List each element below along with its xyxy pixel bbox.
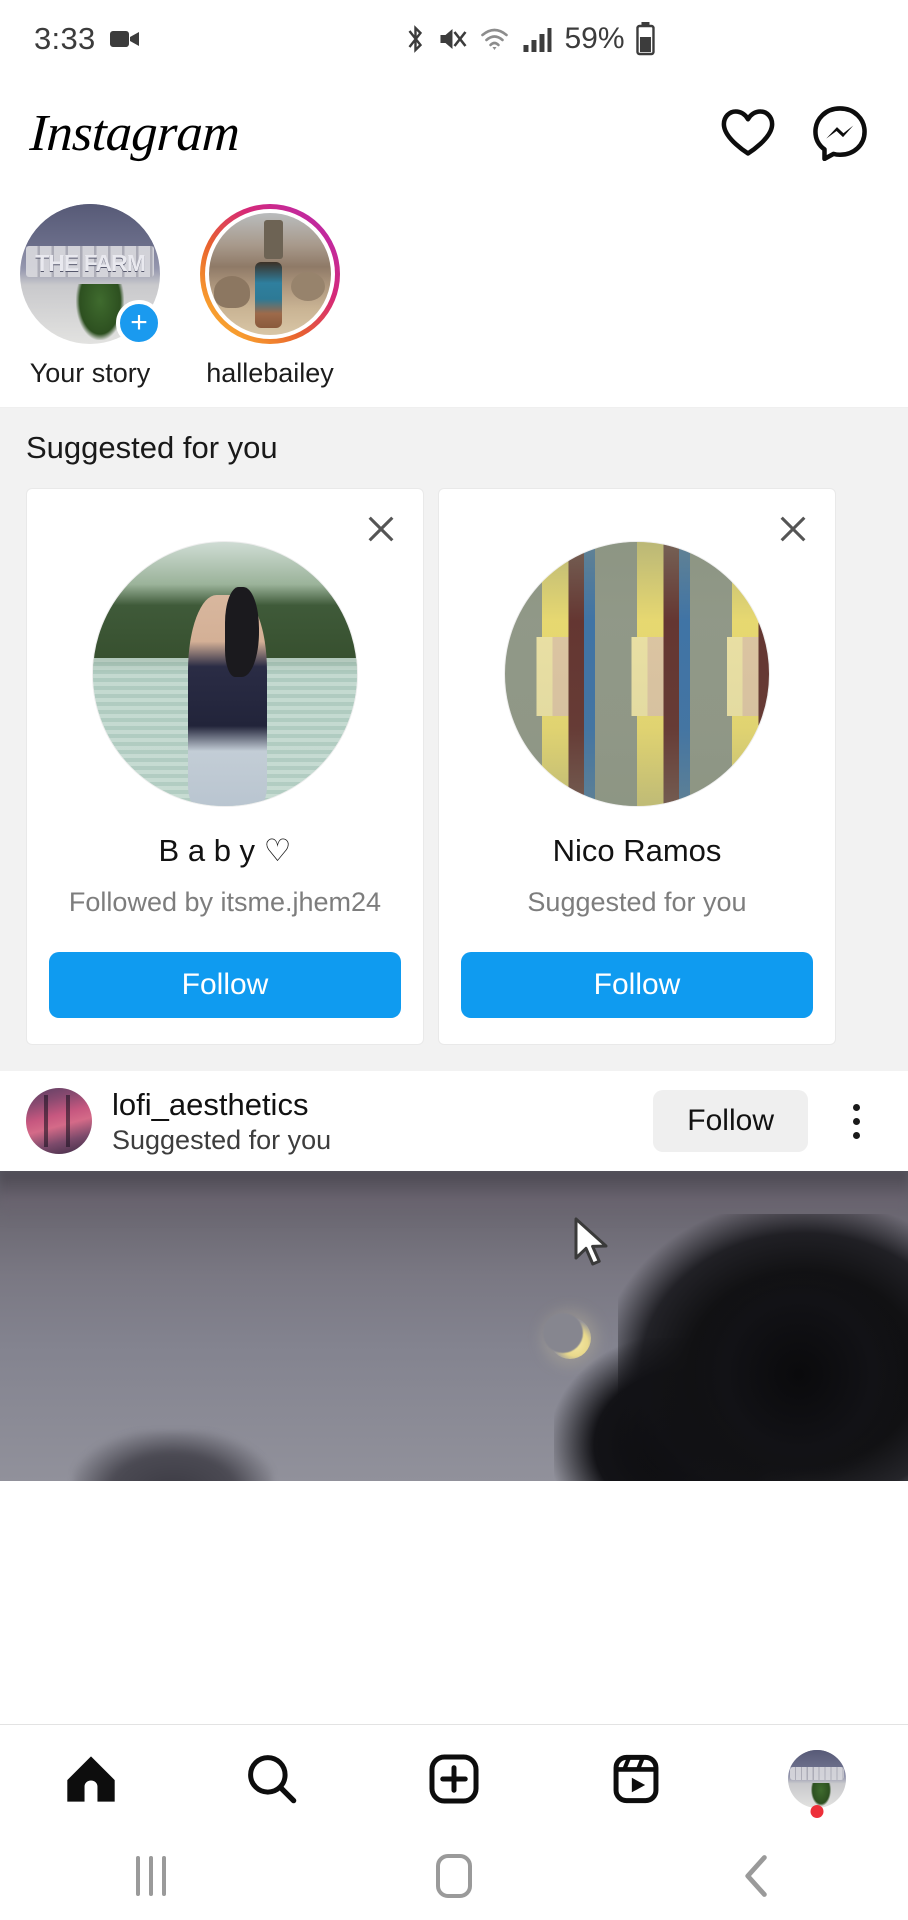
android-recents-button[interactable]: [0, 1856, 303, 1896]
plus-square-icon: [429, 1753, 479, 1804]
close-icon[interactable]: [361, 509, 401, 549]
story-ring-inner-pad: [205, 209, 335, 339]
battery-icon: [636, 22, 655, 56]
desert-rock-right: [290, 271, 325, 301]
suggested-cards-carousel[interactable]: B a b y ♡ Followed by itsme.jhem24 Follo…: [0, 488, 908, 1071]
heart-icon[interactable]: [720, 107, 776, 159]
post-username[interactable]: lofi_aesthetics: [112, 1087, 633, 1123]
suggested-card-name: B a b y ♡: [158, 833, 292, 868]
notification-dot: [810, 1805, 824, 1818]
follow-button[interactable]: Follow: [49, 952, 401, 1018]
status-bar: 3:33 59%: [0, 0, 908, 78]
status-bar-time: 3:33: [34, 21, 96, 56]
post-image-tree-left: [72, 1431, 273, 1481]
post-image-cloud-band: [0, 1171, 908, 1221]
android-back-button[interactable]: [605, 1852, 908, 1900]
story-your-story[interactable]: THE FARM + Your story: [0, 204, 180, 389]
desert-rock-left: [213, 276, 251, 309]
mute-icon: [440, 29, 467, 49]
suggested-card-subtitle: Suggested for you: [527, 887, 747, 917]
home-button-icon: [436, 1854, 472, 1898]
wifi-icon: [481, 28, 508, 50]
suggested-section-title: Suggested for you: [26, 430, 278, 465]
recents-icon: [136, 1856, 167, 1896]
nav-item-search[interactable]: [182, 1725, 364, 1832]
story-label-hallebailey: hallebailey: [206, 358, 334, 388]
farm-sky: [20, 204, 160, 246]
nav-avatar-sky: [788, 1749, 847, 1767]
video-camera-icon: [109, 31, 139, 47]
nav-item-home[interactable]: [0, 1725, 182, 1832]
nav-item-reels[interactable]: [545, 1725, 727, 1832]
avatar[interactable]: [504, 541, 770, 807]
battery-percent-label: 59%: [564, 22, 625, 55]
close-icon[interactable]: [773, 509, 813, 549]
android-navigation-bar: [0, 1832, 908, 1920]
bluetooth-icon: [408, 25, 423, 53]
status-bar-right: 59%: [404, 22, 655, 56]
instagram-logo[interactable]: Instagram: [28, 104, 241, 163]
android-home-button[interactable]: [303, 1854, 606, 1898]
post-image-tree-right: [618, 1214, 908, 1481]
farm-signage-text: THE FARM: [35, 250, 146, 277]
story-label-your-story: Your story: [29, 358, 151, 388]
avatar[interactable]: [92, 541, 358, 807]
suggested-card[interactable]: B a b y ♡ Followed by itsme.jhem24 Follo…: [26, 488, 424, 1045]
reels-icon: [613, 1754, 659, 1803]
stories-tray[interactable]: THE FARM + Your story hallebailey: [0, 188, 908, 408]
post-header: lofi_aesthetics Suggested for you Follow: [0, 1071, 908, 1171]
bottom-navigation-bar: [0, 1724, 908, 1832]
avatar-subject-hair: [225, 586, 260, 677]
search-icon: [248, 1754, 297, 1803]
post-subtitle: Suggested for you: [112, 1124, 332, 1155]
cellular-signal-icon: [523, 28, 552, 52]
feed-post: lofi_aesthetics Suggested for you Follow: [0, 1071, 908, 1481]
add-story-badge[interactable]: +: [116, 300, 162, 346]
story-hallebailey[interactable]: hallebailey: [180, 204, 360, 389]
status-bar-left: 3:33: [34, 21, 140, 57]
story-ring-gradient: [200, 204, 340, 344]
story-thumbnail-desert-guitar: [209, 213, 331, 335]
follow-button[interactable]: Follow: [653, 1090, 808, 1152]
nav-item-profile[interactable]: [726, 1725, 908, 1832]
suggested-card-name: Nico Ramos: [552, 833, 722, 868]
post-meta: lofi_aesthetics Suggested for you: [112, 1087, 633, 1156]
messenger-icon[interactable]: [812, 105, 868, 161]
suggested-card-subtitle: Followed by itsme.jhem24: [68, 887, 382, 917]
story-ring-none: THE FARM +: [20, 204, 162, 346]
instagram-header: Instagram: [0, 78, 908, 188]
profile-avatar-icon: [788, 1749, 847, 1808]
follow-button[interactable]: Follow: [461, 952, 813, 1018]
header-actions: [720, 105, 880, 161]
post-image[interactable]: [0, 1171, 908, 1481]
nav-item-create[interactable]: [363, 1725, 545, 1832]
avatar[interactable]: [26, 1088, 92, 1154]
more-options-icon[interactable]: [828, 1090, 884, 1152]
suggested-for-you-section: Suggested for you B a b y ♡ Followed by …: [0, 408, 908, 1071]
suggested-card[interactable]: Nico Ramos Suggested for you Follow: [438, 488, 836, 1045]
home-icon: [67, 1755, 115, 1802]
back-icon: [745, 1855, 767, 1897]
